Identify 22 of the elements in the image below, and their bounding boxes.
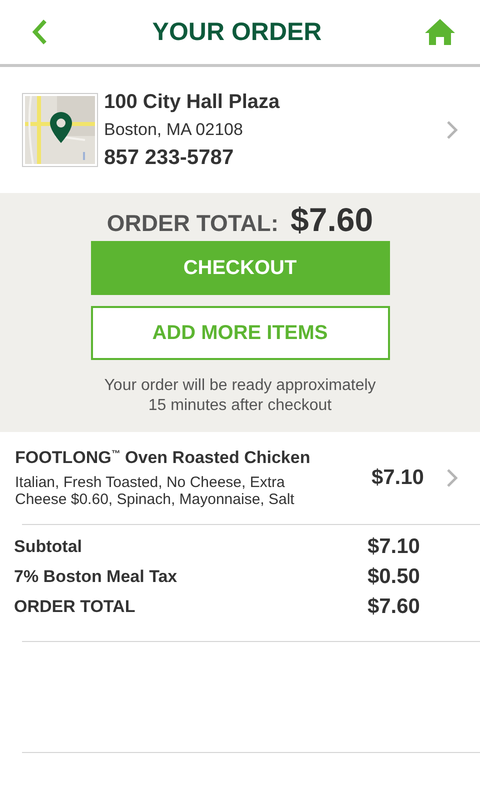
order-total-label: ORDER TOTAL: <box>106 210 279 237</box>
summary-label: ORDER TOTAL <box>14 597 136 617</box>
item-details: Italian, Fresh Toasted, No Cheese, Extra Cheese $0.60, Spinach, Mayonnaise, Salt <box>15 474 296 508</box>
summary-value: $7.60 <box>367 595 420 619</box>
ready-time-note: Your order will be ready approximately 15 minutes after checkout <box>103 376 377 416</box>
summary-label: Subtotal <box>14 537 82 557</box>
chevron-right-icon <box>446 120 458 140</box>
store-address: 100 City Hall Plaza <box>104 90 281 114</box>
store-city: Boston, MA 02108 <box>104 120 244 140</box>
order-total-value: $7.60 <box>290 201 374 239</box>
store-phone: 857 233-5787 <box>104 146 235 170</box>
store-row[interactable]: 100 City Hall Plaza Boston, MA 02108 857 233-5787 <box>0 67 480 193</box>
chevron-right-icon <box>446 468 458 488</box>
summary-value: $0.50 <box>367 565 420 589</box>
page-title: YOUR ORDER <box>152 18 322 46</box>
item-name: FOOTLONG$^{™}$ Oven Roasted Chicken <box>15 448 312 468</box>
home-icon <box>424 18 456 46</box>
summary-value: $7.10 <box>367 535 420 559</box>
order-item[interactable]: FOOTLONG$^{™}$ Oven Roasted Chicken Italian, Fresh Toasted, No Cheese, Extra Cheese $0.60, Spinach, Mayonnaise, Salt $7.10 <box>0 432 480 524</box>
item-price: $7.10 <box>371 466 424 490</box>
home-button[interactable] <box>424 18 456 46</box>
summary-label: 7% Boston Meal Tax <box>14 567 178 587</box>
